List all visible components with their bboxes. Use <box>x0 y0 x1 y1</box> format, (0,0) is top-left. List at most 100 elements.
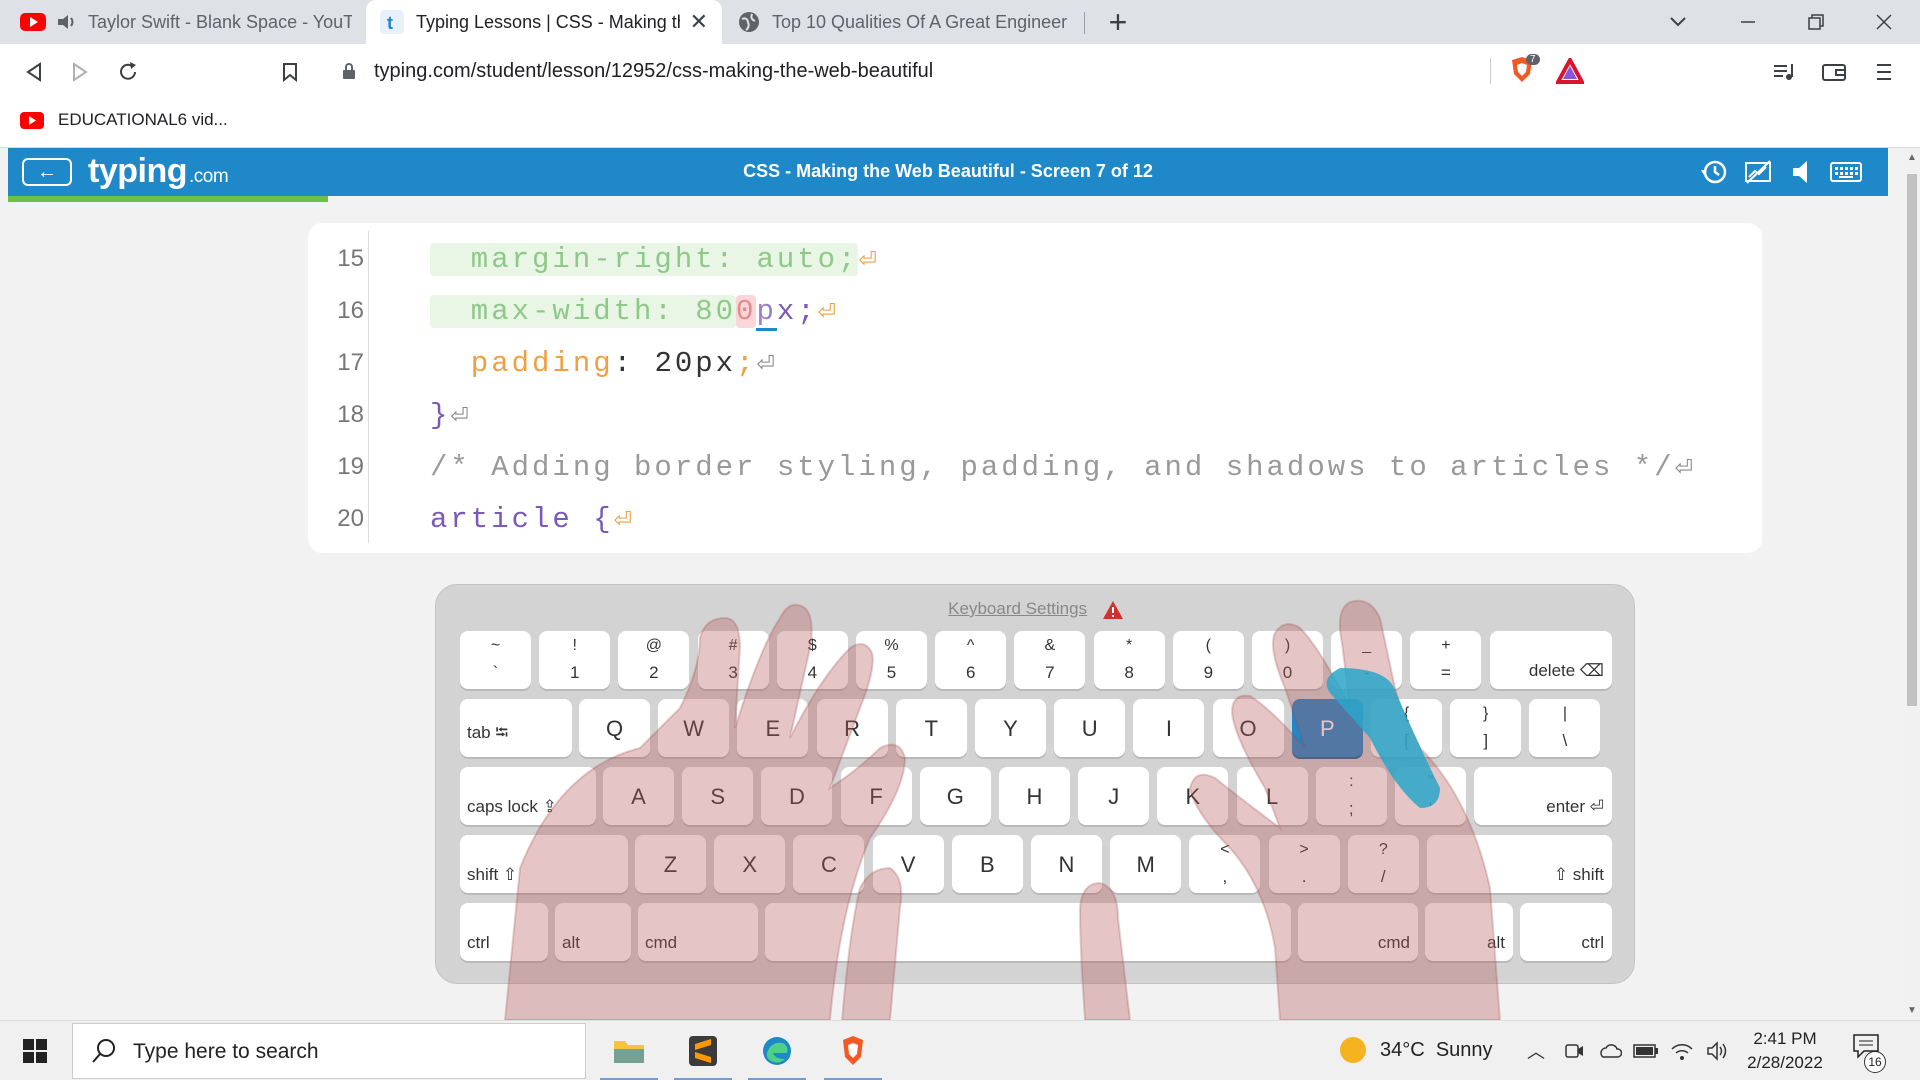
tab-youtube[interactable]: Taylor Swift - Blank Space - YouTube <box>6 0 366 44</box>
tab-search-button[interactable] <box>1644 0 1712 44</box>
key-shift-right[interactable]: ⇧ shift <box>1427 835 1612 893</box>
key-d[interactable]: D <box>761 767 833 825</box>
key-v[interactable]: V <box>872 835 944 893</box>
key-enter[interactable]: enter ⏎ <box>1474 767 1612 825</box>
key-t[interactable]: T <box>895 699 967 757</box>
close-tab-icon[interactable]: ✕ <box>690 9 708 35</box>
key-u[interactable]: U <box>1054 699 1126 757</box>
key-2[interactable]: @2 <box>618 631 690 689</box>
wallet-button[interactable] <box>1816 54 1852 90</box>
key-w[interactable]: W <box>658 699 730 757</box>
key--[interactable]: _ - <box>1331 631 1403 689</box>
onedrive-cloud-icon[interactable] <box>1596 1038 1624 1064</box>
key-punct-1[interactable]: " ' <box>1395 767 1466 825</box>
key-o[interactable]: O <box>1212 699 1284 757</box>
key-=[interactable]: + = <box>1410 631 1482 689</box>
key-punct-b1[interactable]: >. <box>1268 835 1340 893</box>
action-center-button[interactable]: 16 <box>1852 1033 1886 1073</box>
key-l[interactable]: L <box>1236 767 1308 825</box>
address-bar[interactable]: typing.com/student/lesson/12952/css-maki… <box>322 50 1598 92</box>
volume-icon[interactable] <box>1704 1038 1732 1064</box>
taskbar-sublime-text[interactable] <box>668 1021 738 1080</box>
key-5[interactable]: % 5 <box>856 631 927 689</box>
key-c[interactable]: C <box>793 835 865 893</box>
key-s[interactable]: S <box>682 767 754 825</box>
key-1[interactable]: ! 1 <box>539 631 611 689</box>
key-cmd-right[interactable]: cmd <box>1298 903 1418 961</box>
back-button[interactable] <box>16 54 52 90</box>
key-p[interactable]: P <box>1291 699 1363 757</box>
main-menu-button[interactable] <box>1866 54 1902 90</box>
sound-button[interactable] <box>1786 158 1818 186</box>
taskbar-search[interactable]: Type here to search <box>72 1023 586 1079</box>
key-bracket-2[interactable]: | \ <box>1529 699 1601 757</box>
tab-typing-lesson[interactable]: t Typing Lessons | CSS - Making the Web … <box>366 0 722 44</box>
key-8[interactable]: * 8 <box>1093 631 1165 689</box>
meet-now-icon[interactable] <box>1560 1038 1588 1064</box>
close-window-button[interactable] <box>1850 0 1918 44</box>
history-button[interactable] <box>1698 158 1730 186</box>
tab-engineer-article[interactable]: Top 10 Qualities Of A Great Engineer <box>724 0 1084 44</box>
key-n[interactable]: N <box>1031 835 1102 893</box>
key-f[interactable]: F <box>840 767 912 825</box>
key-`[interactable]: ~ ` <box>460 631 531 689</box>
key-3[interactable]: #3 <box>697 631 769 689</box>
taskbar-edge[interactable] <box>742 1021 812 1080</box>
key-tab[interactable]: tab ⭾ <box>460 699 572 757</box>
key-7[interactable]: & 7 <box>1014 631 1086 689</box>
key-r[interactable]: R <box>816 699 888 757</box>
key-delete[interactable]: delete ⌫ <box>1489 631 1612 689</box>
key-q[interactable]: Q <box>579 699 650 757</box>
key-punct-0[interactable]: :; <box>1315 767 1387 825</box>
key-9[interactable]: (9 <box>1172 631 1244 689</box>
key-ctrl-right[interactable]: ctrl <box>1520 903 1612 961</box>
key-space[interactable] <box>765 903 1291 961</box>
scrollbar-thumb[interactable] <box>1907 174 1917 706</box>
brave-rewards-button[interactable] <box>1554 55 1586 89</box>
stats-toggle-button[interactable] <box>1742 158 1774 186</box>
bookmark-button[interactable] <box>272 54 308 90</box>
key-e[interactable]: E <box>737 699 809 757</box>
keyboard-settings-link[interactable]: Keyboard Settings <box>436 599 1636 620</box>
restore-button[interactable] <box>1782 0 1850 44</box>
audio-playing-icon[interactable] <box>58 14 76 30</box>
key-alt-left[interactable]: alt <box>555 903 631 961</box>
key-m[interactable]: M <box>1110 835 1182 893</box>
media-queue-button[interactable] <box>1766 54 1802 90</box>
key-punct-b0[interactable]: <, <box>1189 835 1261 893</box>
new-tab-button[interactable]: + <box>1100 4 1136 41</box>
keyboard-toggle-button[interactable] <box>1830 158 1862 186</box>
bookmark-item[interactable]: EDUCATIONAL6 vid... <box>20 110 228 130</box>
key-y[interactable]: Y <box>975 699 1046 757</box>
key-b[interactable]: B <box>951 835 1023 893</box>
key-g[interactable]: G <box>919 767 991 825</box>
scroll-down-arrow-icon[interactable]: ▼ <box>1904 1005 1920 1016</box>
key-k[interactable]: K <box>1157 767 1229 825</box>
key-bracket-0[interactable]: {[ <box>1371 699 1442 757</box>
key-4[interactable]: $4 <box>776 631 848 689</box>
key-a[interactable]: A <box>603 767 674 825</box>
key-j[interactable]: J <box>1078 767 1150 825</box>
show-hidden-icons-button[interactable]: ︿ <box>1522 1038 1550 1064</box>
forward-button[interactable] <box>62 54 98 90</box>
key-h[interactable]: H <box>999 767 1070 825</box>
system-clock[interactable]: 2:41 PM 2/28/2022 <box>1730 1027 1840 1075</box>
key-bracket-1[interactable]: }] <box>1450 699 1522 757</box>
key-alt-right[interactable]: alt <box>1425 903 1513 961</box>
key-shift-left[interactable]: shift ⇧ <box>460 835 628 893</box>
key-i[interactable]: I <box>1133 699 1205 757</box>
lock-icon[interactable] <box>342 62 356 80</box>
weather-widget[interactable]: 34°C Sunny <box>1340 1037 1493 1063</box>
key-cmd-left[interactable]: cmd <box>638 903 758 961</box>
battery-icon[interactable] <box>1632 1038 1660 1064</box>
key-ctrl-left[interactable]: ctrl <box>460 903 548 961</box>
taskbar-brave[interactable] <box>818 1021 888 1080</box>
key-caps-lock[interactable]: caps lock ⇪ <box>460 767 596 825</box>
taskbar-file-explorer[interactable] <box>594 1021 664 1080</box>
brave-shields-button[interactable]: 7 <box>1508 54 1540 86</box>
wifi-icon[interactable] <box>1668 1038 1696 1064</box>
start-button[interactable] <box>0 1021 70 1080</box>
page-scrollbar[interactable]: ▲ ▼ <box>1904 148 1920 1020</box>
reload-button[interactable] <box>110 54 146 90</box>
key-z[interactable]: Z <box>635 835 706 893</box>
